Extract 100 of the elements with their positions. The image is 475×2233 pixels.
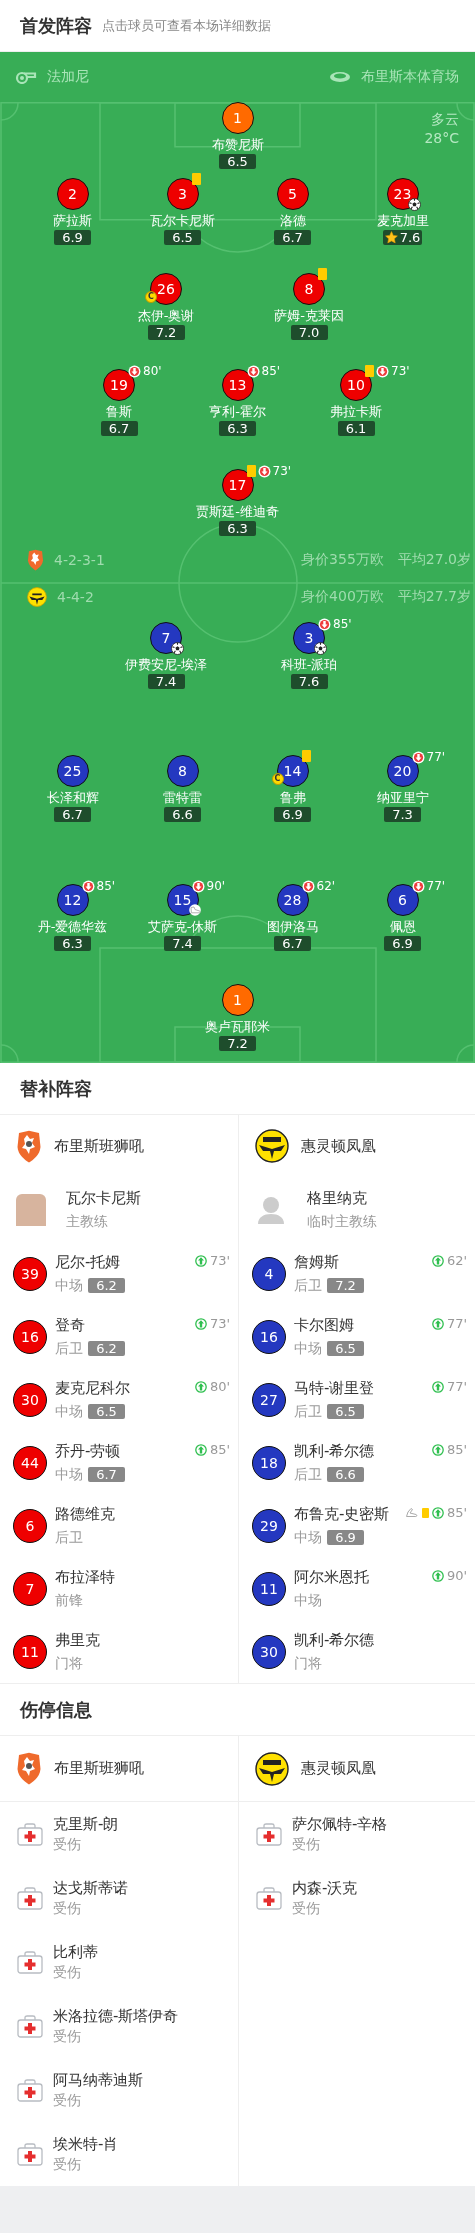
booking-card-icon [246,465,256,477]
coach-name: 瓦尔卡尼斯 [66,1189,141,1208]
player-name: 布拉泽特 [55,1568,115,1587]
player-name: 克里斯-朗 [53,1815,119,1834]
player-number[interactable]: 3 [166,178,199,210]
player-number[interactable]: 29 [252,1508,286,1543]
player-position: 后卫 [55,1339,83,1357]
player-number[interactable]: 1 [221,984,254,1016]
round-crest-icon [255,1751,289,1786]
player-number[interactable]: 19 [103,369,135,401]
medical-kit-icon [17,1949,43,1975]
player-number[interactable]: 11 [252,1571,286,1606]
player-number[interactable]: 13 [221,369,254,401]
player-number[interactable]: 8 [293,273,325,305]
player-number[interactable]: 44 [13,1445,47,1480]
player-name: 萨拉斯 [53,213,92,229]
substitution-off-icon [318,617,331,631]
player-number[interactable]: 16 [13,1319,47,1354]
player-name: 乔丹-劳顿 [55,1442,122,1461]
average-age-text: 平均27.0岁 [397,551,471,569]
player-number[interactable]: 7 [13,1571,47,1606]
player-name: 洛德 [279,213,306,229]
player-number[interactable]: 12 [56,884,89,916]
substitution-minute: 85' [209,1442,230,1457]
substitution-off-icon [191,879,205,893]
player-position: 前锋 [55,1591,83,1609]
player-number[interactable]: 25 [56,755,89,787]
booking-card-icon [365,365,374,377]
player-number[interactable]: 20 [386,755,419,787]
player-rating: 6.2 [88,1277,125,1293]
player-name: 路德维克 [55,1505,115,1524]
player-rating: 6.2 [88,1340,125,1356]
player-number[interactable]: 16 [252,1319,286,1354]
player-name: 米洛拉德-斯塔伊奇 [53,2007,179,2026]
substitution-on-icon [431,1380,444,1393]
player-name: 马特-谢里登 [294,1379,375,1398]
player-number[interactable]: 6 [386,884,419,916]
player-number[interactable]: 30 [252,1634,286,1669]
substitution-minute: 85' [333,617,352,631]
team-value-text: 身价400万欧 [301,588,384,606]
soccer-ball-icon [171,642,184,655]
booking-card-icon [318,268,327,280]
player-name: 丹-爱德华兹 [37,919,108,935]
substitution-on-icon [431,1443,444,1456]
player-rating: 6.5 [327,1403,364,1419]
boot-icon [187,904,203,916]
coach-role: 临时主教练 [307,1212,377,1230]
player-rating: 6.9 [327,1529,364,1545]
player-name: 阿尔米恩托 [294,1568,369,1587]
player-number[interactable]: 6 [13,1508,47,1543]
player-number[interactable]: 18 [252,1445,286,1480]
player-rating: 7.2 [155,325,177,340]
player-rating: 6.7 [282,936,303,951]
substitution-minute: 85' [446,1505,467,1520]
player-number[interactable]: 8 [166,755,199,787]
medical-kit-icon [17,2077,43,2103]
player-number[interactable]: 5 [276,178,309,210]
substitution-off-icon [128,364,141,378]
player-rating: 6.5 [327,1340,364,1356]
player-rating: 6.3 [227,521,248,536]
player-name: 麦克加里 [376,213,429,229]
player-rating: 6.5 [227,154,248,169]
player-number[interactable]: 1 [221,102,254,134]
player-number[interactable]: 23 [386,178,419,210]
player-name: 雷特雷 [163,790,202,806]
section-title: 首发阵容 [20,13,92,38]
player-number[interactable]: 28 [276,884,309,916]
player-number[interactable]: 27 [252,1382,286,1417]
player-number[interactable]: 11 [13,1634,47,1669]
player-rating: 6.7 [88,1466,125,1482]
substitution-minute: 77' [446,1316,467,1331]
player-rating: 7.4 [155,674,177,689]
whistle-icon [15,70,37,84]
player-name: 凯利-希尔德 [294,1631,375,1650]
player-number[interactable]: 30 [13,1382,47,1417]
player-position: 门将 [55,1654,83,1672]
player-number[interactable]: 39 [13,1256,47,1291]
substitution-off-icon [411,750,425,764]
player-number[interactable]: 10 [340,369,372,401]
player-position: 中场 [55,1465,83,1483]
player-rating: 6.1 [345,421,367,436]
player-name: 尼尔-托姆 [55,1253,122,1272]
player-name: 卡尔图姆 [294,1316,355,1335]
player-rating: 6.9 [282,807,303,822]
player-number[interactable]: 4 [252,1256,286,1291]
player-rating: 7.4 [172,936,193,951]
substitution-minute: 80' [209,1379,230,1394]
player-number[interactable]: 2 [56,178,89,210]
player-number[interactable]: 17 [221,469,254,501]
team-name: 惠灵顿凤凰 [301,1759,376,1778]
injury-status: 受伤 [53,2091,82,2109]
player-rating: 7.6 [399,230,421,245]
soccer-ball-icon [407,198,421,211]
player-rating: 6.9 [62,230,83,245]
injury-status: 受伤 [53,1835,82,1853]
player-rating: 6.7 [62,807,83,822]
player-rating: 6.9 [392,936,413,951]
substitution-minute: 77' [426,879,446,893]
injury-status: 受伤 [53,1899,82,1917]
substitution-minute: 85' [446,1442,467,1457]
